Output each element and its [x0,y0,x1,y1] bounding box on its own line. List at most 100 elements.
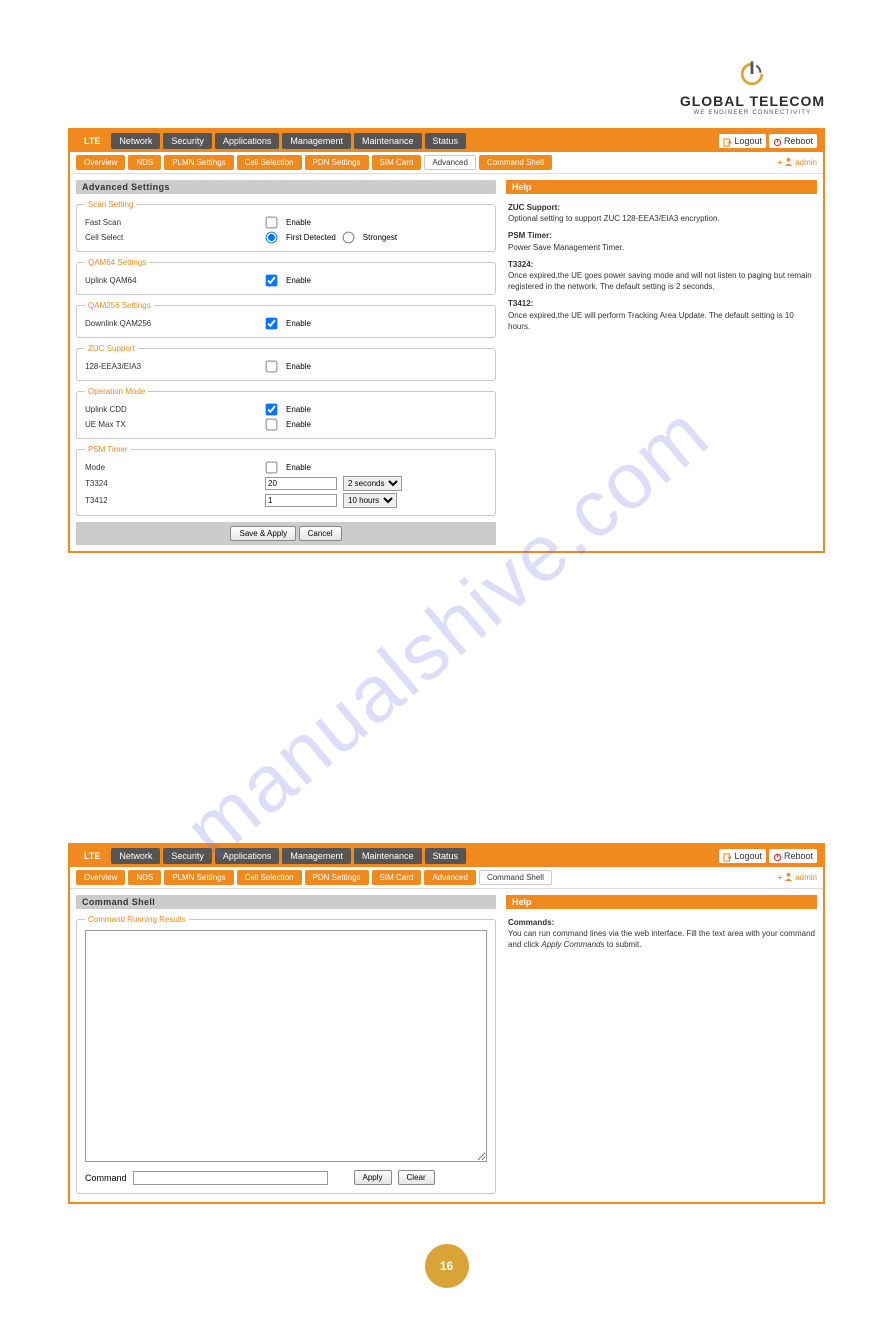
downlink-qam256-label: Downlink QAM256 [85,319,265,328]
save-apply-button[interactable]: Save & Apply [230,526,296,541]
sub-tab-pdn-2[interactable]: PDN Settings [305,870,369,885]
cell-select-strongest-radio[interactable] [342,232,354,244]
sub-tab-cell[interactable]: Cell Selection [237,155,302,170]
main-tab-lte[interactable]: LTE [76,133,108,149]
sub-tab-sim[interactable]: SIM Card [372,155,422,170]
sub-tab-overview[interactable]: Overview [76,155,125,170]
main-tab-lte-2[interactable]: LTE [76,848,108,864]
user-icon-2 [784,872,793,883]
plus-icon-2: + [778,873,783,882]
logout-link-2[interactable]: Logout [719,849,766,863]
reboot-label-2: Reboot [784,849,813,863]
panel-title-cmd: Command Shell [76,895,496,909]
help-t3324-h: T3324: [508,259,815,270]
user-icon [784,157,793,168]
fast-scan-enable-text: Enable [286,218,311,227]
downlink-qam256-checkbox[interactable] [266,318,278,330]
cancel-button[interactable]: Cancel [299,526,342,541]
psm-legend: PSM Timer [85,445,131,454]
ue-max-tx-checkbox[interactable] [266,419,278,431]
fast-scan-checkbox[interactable] [266,217,278,229]
zuc-group: ZUC Support 128-EEA3/EIA3 Enable [76,344,496,381]
help-cmd-em: Apply Commands [541,940,604,949]
apply-button[interactable]: Apply [354,1170,392,1185]
t3324-input[interactable] [265,477,337,490]
brand-header: GLOBAL TELECOM WE ENGINEER CONNECTIVITY [68,60,825,116]
uplink-cdd-enable-text: Enable [286,405,311,414]
main-tab-applications-2[interactable]: Applications [215,848,280,864]
psm-mode-enable-text: Enable [286,463,311,472]
qam256-legend: QAM256 Settings [85,301,154,310]
zuc-checkbox[interactable] [266,361,278,373]
t3324-unit-select[interactable]: 2 seconds [343,476,402,491]
main-tab-network-2[interactable]: Network [111,848,160,864]
topbar: LTE Network Security Applications Manage… [70,130,823,152]
sub-tab-pdn[interactable]: PDN Settings [305,155,369,170]
help-t3324-t: Once expired,the UE goes power saving mo… [508,270,815,292]
subbar-2: Overview NDS PLMN Settings Cell Selectio… [70,867,823,889]
qam64-group: QAM64 Settings Uplink QAM64 Enable [76,258,496,295]
subbar: Overview NDS PLMN Settings Cell Selectio… [70,152,823,174]
t3412-unit-select[interactable]: 10 hours [343,493,397,508]
main-tab-status[interactable]: Status [425,133,467,149]
logout-label-2: Logout [734,849,762,863]
sub-tab-cmd[interactable]: Command Shell [479,155,552,170]
help-psm-h: PSM Timer: [508,230,815,241]
panel-title-advanced: Advanced Settings [76,180,496,194]
strongest-text: Strongest [363,233,397,242]
scan-setting-group: Scan Setting Fast Scan Enable Cell Selec… [76,200,496,252]
command-results-group: Command Running Results Command Apply Cl… [76,915,496,1194]
main-tab-network[interactable]: Network [111,133,160,149]
reboot-link[interactable]: Reboot [769,134,817,148]
uplink-qam64-enable-text: Enable [286,276,311,285]
logout-label: Logout [734,134,762,148]
ue-max-tx-label: UE Max TX [85,420,265,429]
op-legend: Operation Mode [85,387,148,396]
main-tab-applications[interactable]: Applications [215,133,280,149]
sub-tab-cell-2[interactable]: Cell Selection [237,870,302,885]
psm-mode-checkbox[interactable] [266,462,278,474]
logout-icon-2 [723,852,732,861]
sub-tab-nds-2[interactable]: NDS [128,870,161,885]
fast-scan-label: Fast Scan [85,218,265,227]
sub-tab-nds[interactable]: NDS [128,155,161,170]
downlink-qam256-enable-text: Enable [286,319,311,328]
main-tab-management-2[interactable]: Management [282,848,351,864]
sub-tab-sim-2[interactable]: SIM Card [372,870,422,885]
sub-tab-plmn-2[interactable]: PLMN Settings [164,870,233,885]
sub-tab-plmn[interactable]: PLMN Settings [164,155,233,170]
command-input[interactable] [133,1171,328,1185]
t3324-label: T3324 [85,479,265,488]
main-tab-security[interactable]: Security [163,133,212,149]
cell-select-first-radio[interactable] [266,232,278,244]
main-tab-maintenance-2[interactable]: Maintenance [354,848,422,864]
brand-tagline: WE ENGINEER CONNECTIVITY [680,110,825,116]
sub-tab-overview-2[interactable]: Overview [76,870,125,885]
logout-icon [723,137,732,146]
sub-tab-cmd-2[interactable]: Command Shell [479,870,552,885]
logout-link[interactable]: Logout [719,134,766,148]
brand-name: GLOBAL TELECOM [680,94,825,108]
topbar-2: LTE Network Security Applications Manage… [70,845,823,867]
command-label: Command [85,1173,127,1183]
help-body: ZUC Support: Optional setting to support… [506,194,817,338]
clear-button[interactable]: Clear [398,1170,435,1185]
help-title-2: Help [506,895,817,909]
page-number-dot: 16 [425,1244,469,1288]
main-tab-security-2[interactable]: Security [163,848,212,864]
user-name-2: admin [795,873,817,882]
results-legend: Command Running Results [85,915,189,924]
reboot-link-2[interactable]: Reboot [769,849,817,863]
sub-tab-advanced[interactable]: Advanced [424,155,476,170]
uplink-qam64-checkbox[interactable] [266,275,278,287]
uplink-qam64-label: Uplink QAM64 [85,276,265,285]
ue-max-tx-enable-text: Enable [286,420,311,429]
command-results-textarea[interactable] [85,930,487,1162]
main-tab-maintenance[interactable]: Maintenance [354,133,422,149]
main-tab-management[interactable]: Management [282,133,351,149]
sub-tab-advanced-2[interactable]: Advanced [424,870,476,885]
main-tab-status-2[interactable]: Status [425,848,467,864]
help-cmd-text: You can run command lines via the web in… [508,928,815,950]
uplink-cdd-checkbox[interactable] [266,404,278,416]
t3412-input[interactable] [265,494,337,507]
